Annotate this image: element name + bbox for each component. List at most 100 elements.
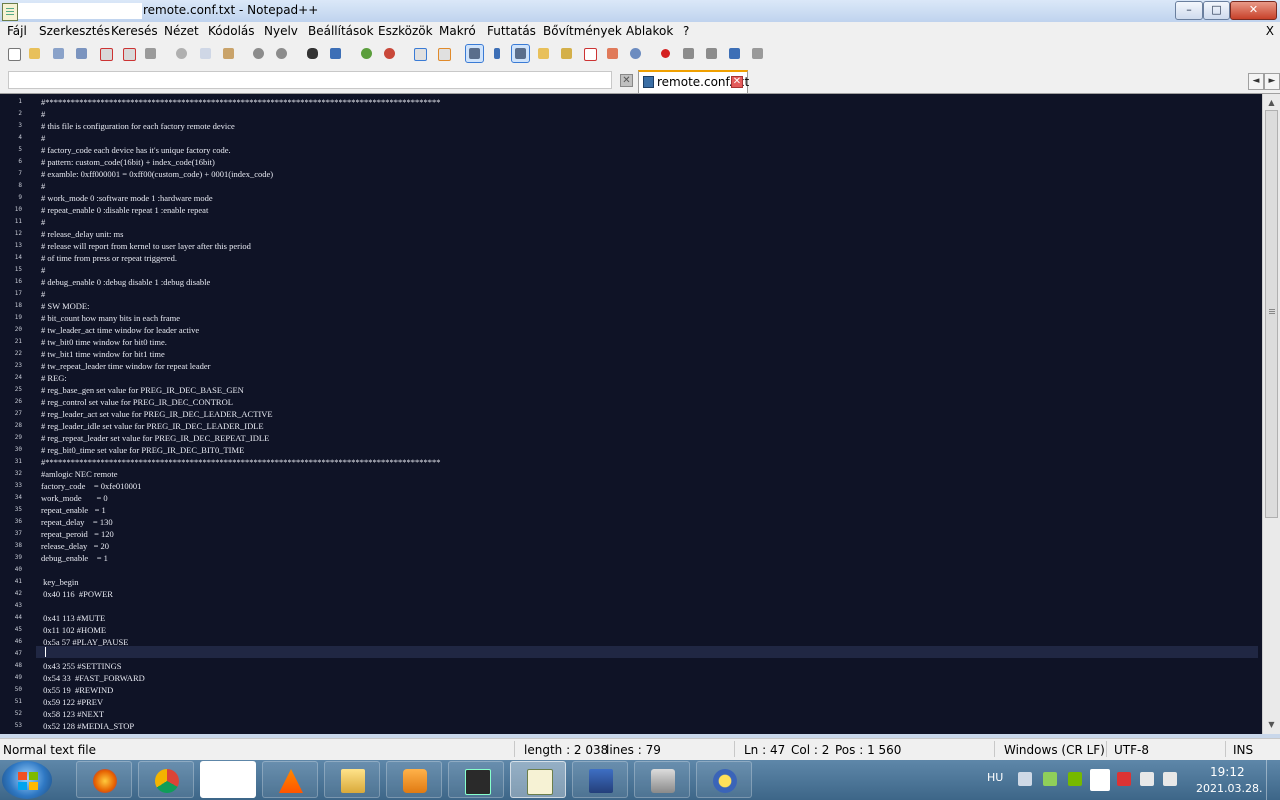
close-file-icon[interactable] bbox=[97, 45, 114, 62]
code-line[interactable]: #***************************************… bbox=[41, 456, 441, 468]
clock-date[interactable]: 2021.03.28. bbox=[1196, 782, 1262, 795]
code-line[interactable]: # this file is configuration for each fa… bbox=[41, 120, 235, 132]
show-all-chars-icon[interactable] bbox=[489, 45, 506, 62]
code-line[interactable]: # of time from press or repeat triggered… bbox=[41, 252, 177, 264]
tab-remote-conf[interactable]: remote.conf.txt ✕ bbox=[638, 70, 749, 93]
code-line[interactable]: 0x58 123 #NEXT bbox=[41, 708, 104, 720]
code-line[interactable]: # work_mode 0 :software mode 1 :hardware… bbox=[41, 192, 213, 204]
indent-guide-icon[interactable] bbox=[511, 44, 530, 63]
redacted-tray-icon[interactable] bbox=[1090, 769, 1110, 791]
close-button[interactable]: ✕ bbox=[1230, 1, 1277, 20]
save-all-icon[interactable] bbox=[73, 45, 90, 62]
taskbar-star-app[interactable] bbox=[696, 761, 752, 798]
save-macro-icon[interactable] bbox=[749, 45, 766, 62]
input-language[interactable]: HU bbox=[987, 771, 1003, 784]
zoom-in-icon[interactable] bbox=[358, 45, 375, 62]
taskbar-media-player[interactable] bbox=[386, 761, 442, 798]
minimize-button[interactable]: – bbox=[1175, 1, 1203, 20]
vertical-scrollbar[interactable]: ▲ ▼ bbox=[1262, 94, 1280, 734]
menu-help[interactable]: ? bbox=[683, 24, 689, 38]
function-list-icon[interactable] bbox=[558, 45, 575, 62]
code-line[interactable]: # examble: 0xff000001 = 0xff00(custom_co… bbox=[41, 168, 273, 180]
menu-plugins[interactable]: Bővítmények bbox=[543, 24, 622, 38]
code-line[interactable]: # reg_repeat_leader set value for PREG_I… bbox=[41, 432, 269, 444]
code-line[interactable]: # reg_leader_idle set value for PREG_IR_… bbox=[41, 420, 264, 432]
start-button[interactable] bbox=[2, 761, 52, 799]
redo-icon[interactable] bbox=[273, 45, 290, 62]
code-line[interactable]: # REG: bbox=[41, 372, 67, 384]
open-file-icon[interactable] bbox=[26, 45, 43, 62]
code-line[interactable]: # reg_base_gen set value for PREG_IR_DEC… bbox=[41, 384, 244, 396]
code-line[interactable]: # bbox=[41, 264, 45, 276]
play-macro-icon[interactable] bbox=[703, 45, 720, 62]
tab-scroll-left-icon[interactable]: ◄ bbox=[1248, 73, 1264, 90]
code-line[interactable]: # pattern: custom_code(16bit) + index_co… bbox=[41, 156, 215, 168]
word-wrap-icon[interactable] bbox=[465, 44, 484, 63]
security-icon[interactable] bbox=[1043, 772, 1057, 786]
code-line[interactable]: debug_enable = 1 bbox=[41, 552, 108, 564]
code-line[interactable]: work_mode = 0 bbox=[41, 492, 108, 504]
maximize-button[interactable]: □ bbox=[1203, 1, 1230, 20]
taskbar-terminal[interactable] bbox=[448, 761, 504, 798]
document-map-icon[interactable] bbox=[535, 45, 552, 62]
menu-language[interactable]: Nyelv bbox=[264, 24, 298, 38]
display-icon[interactable] bbox=[1140, 772, 1154, 786]
menu-view[interactable]: Nézet bbox=[164, 24, 199, 38]
taskbar-explorer[interactable] bbox=[324, 761, 380, 798]
sync-vertical-icon[interactable] bbox=[411, 45, 428, 62]
paste-icon[interactable] bbox=[220, 45, 237, 62]
code-line[interactable]: 0x59 122 #PREV bbox=[41, 696, 103, 708]
code-line[interactable]: # release_delay unit: ms bbox=[41, 228, 123, 240]
replace-icon[interactable] bbox=[327, 45, 344, 62]
menu-encoding[interactable]: Kódolás bbox=[208, 24, 255, 38]
code-line[interactable]: 0x5a 57 #PLAY_PAUSE bbox=[41, 636, 128, 648]
code-line[interactable]: # tw_bit0 time window for bit0 time. bbox=[41, 336, 167, 348]
menu-settings[interactable]: Beállítások bbox=[308, 24, 374, 38]
code-line[interactable]: # tw_bit1 time window for bit1 time bbox=[41, 348, 165, 360]
network-icon[interactable] bbox=[1018, 772, 1032, 786]
stop-macro-icon[interactable] bbox=[680, 45, 697, 62]
code-line[interactable]: 0x43 255 #SETTINGS bbox=[41, 660, 121, 672]
run-macro-multiple-icon[interactable] bbox=[726, 45, 743, 62]
code-line[interactable]: # bbox=[41, 180, 45, 192]
code-line[interactable]: #amlogic NEC remote bbox=[41, 468, 117, 480]
save-icon[interactable] bbox=[50, 45, 67, 62]
code-line[interactable]: # tw_repeat_leader time window for repea… bbox=[41, 360, 210, 372]
code-line[interactable]: 0x41 113 #MUTE bbox=[41, 612, 105, 624]
menu-file[interactable]: Fájl bbox=[7, 24, 27, 38]
print-icon[interactable] bbox=[142, 45, 159, 62]
code-line[interactable]: 0x11 102 #HOME bbox=[41, 624, 106, 636]
code-line[interactable]: # repeat_enable 0 :disable repeat 1 :ena… bbox=[41, 204, 208, 216]
redacted-tab-close-icon[interactable]: ✕ bbox=[620, 74, 633, 87]
code-line[interactable]: 0x54 33 #FAST_FORWARD bbox=[41, 672, 145, 684]
code-line[interactable]: # reg_control set value for PREG_IR_DEC_… bbox=[41, 396, 233, 408]
folder-workspace-icon[interactable] bbox=[604, 45, 621, 62]
code-line[interactable]: factory_code = 0xfe010001 bbox=[41, 480, 141, 492]
volume-icon[interactable] bbox=[1163, 772, 1177, 786]
menu-edit[interactable]: Szerkesztés bbox=[39, 24, 110, 38]
show-desktop-button[interactable] bbox=[1266, 760, 1280, 800]
undo-icon[interactable] bbox=[250, 45, 267, 62]
redacted-tab[interactable] bbox=[8, 71, 612, 89]
udl-icon[interactable] bbox=[581, 45, 598, 62]
zoom-out-icon[interactable] bbox=[381, 45, 398, 62]
cut-icon[interactable] bbox=[173, 45, 190, 62]
code-line[interactable]: # bit_count how many bits in each frame bbox=[41, 312, 180, 324]
scroll-thumb[interactable] bbox=[1265, 110, 1278, 518]
taskbar-redacted-app[interactable] bbox=[200, 761, 256, 798]
taskbar-usb-app[interactable] bbox=[634, 761, 690, 798]
code-line[interactable]: 0x40 116 #POWER bbox=[41, 588, 113, 600]
code-line[interactable]: # release will report from kernel to use… bbox=[41, 240, 251, 252]
menu-tools[interactable]: Eszközök bbox=[378, 24, 433, 38]
code-line[interactable]: # bbox=[41, 288, 45, 300]
code-line[interactable]: release_delay = 20 bbox=[41, 540, 109, 552]
menu-run[interactable]: Futtatás bbox=[487, 24, 536, 38]
code-line[interactable]: 0x52 128 #MEDIA_STOP bbox=[41, 720, 134, 732]
new-file-icon[interactable] bbox=[5, 45, 22, 62]
scroll-down-icon[interactable]: ▼ bbox=[1265, 718, 1278, 731]
scroll-up-icon[interactable]: ▲ bbox=[1265, 96, 1278, 109]
record-macro-icon[interactable] bbox=[657, 45, 674, 62]
taskbar-vlc[interactable] bbox=[262, 761, 318, 798]
code-line[interactable]: 0x55 19 #REWIND bbox=[41, 684, 113, 696]
code-line[interactable]: key_begin bbox=[41, 576, 78, 588]
